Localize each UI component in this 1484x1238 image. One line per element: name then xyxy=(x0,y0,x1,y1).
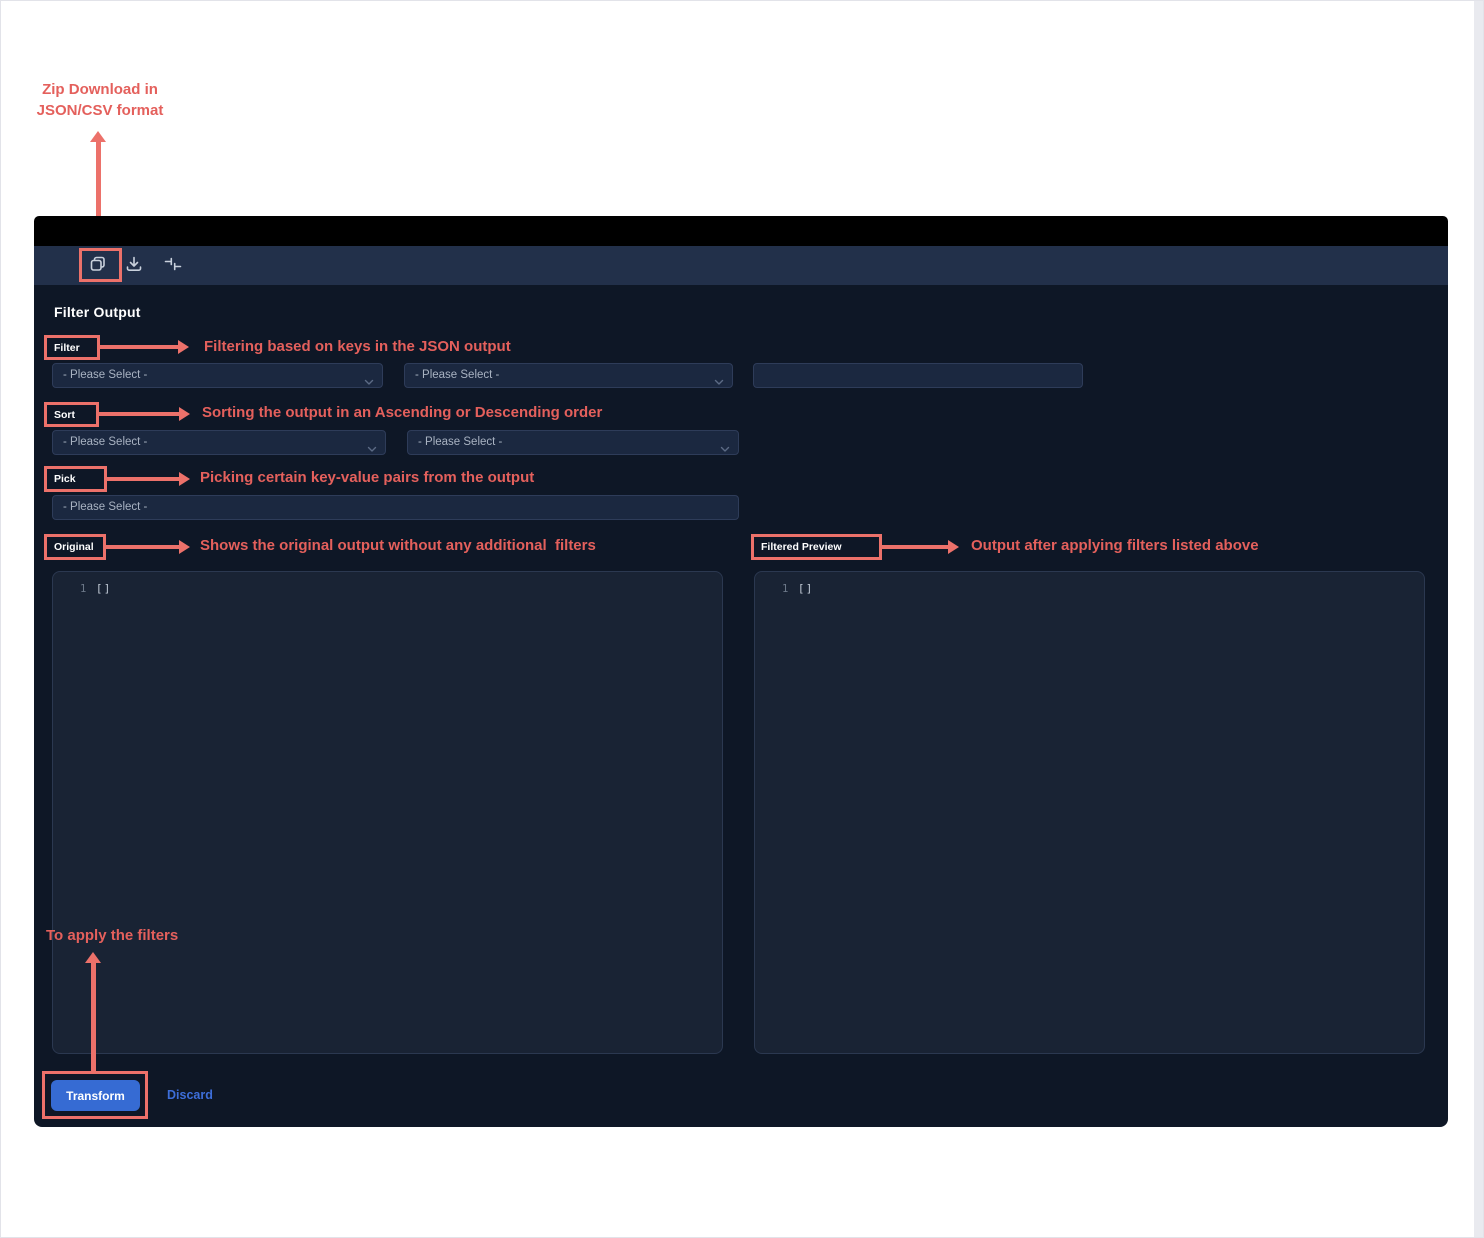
arrow-pick-annotation xyxy=(107,477,179,481)
arrow-original-annotation xyxy=(106,545,179,549)
sort-order-select-value: - Please Select - xyxy=(418,436,502,448)
original-label-text: Original xyxy=(54,541,94,553)
discard-link[interactable]: Discard xyxy=(167,1088,213,1102)
sort-section-label: Sort xyxy=(44,402,99,427)
copy-icon xyxy=(89,255,107,276)
annotation-sort: Sorting the output in an Ascending or De… xyxy=(202,404,602,421)
annotation-zip-line1: Zip Download in xyxy=(32,79,168,100)
filter-key-select[interactable]: - Please Select - xyxy=(52,363,383,388)
page-title: Filter Output xyxy=(54,304,141,320)
chevron-down-icon xyxy=(720,439,730,455)
annotation-filter: Filtering based on keys in the JSON outp… xyxy=(204,338,511,355)
copy-button[interactable] xyxy=(84,252,112,279)
annotation-apply-filters: To apply the filters xyxy=(46,927,178,944)
download-icon xyxy=(123,254,145,277)
annotation-filtered-preview: Output after applying filters listed abo… xyxy=(971,537,1259,554)
sort-order-select[interactable]: - Please Select - xyxy=(407,430,739,455)
filter-operator-select[interactable]: - Please Select - xyxy=(404,363,733,388)
collapse-button[interactable] xyxy=(159,252,187,279)
chevron-down-icon xyxy=(364,372,374,388)
annotation-zip-line2: JSON/CSV format xyxy=(32,100,168,121)
arrow-filtered-preview-annotation xyxy=(882,545,948,549)
pick-label-text: Pick xyxy=(54,473,76,485)
filter-key-select-value: - Please Select - xyxy=(63,369,147,381)
sort-key-select[interactable]: - Please Select - xyxy=(52,430,386,455)
original-editor[interactable]: 1 [] xyxy=(52,571,723,1054)
window-top-bar xyxy=(34,216,1448,246)
pick-section-label: Pick xyxy=(44,466,107,492)
transform-button[interactable]: Transform xyxy=(51,1080,140,1111)
original-editor-content: [] xyxy=(96,583,112,595)
screenshot-canvas: Zip Download in JSON/CSV format xyxy=(0,0,1484,1238)
editor-toolbar xyxy=(34,246,1448,285)
filtered-preview-label-text: Filtered Preview xyxy=(761,541,842,553)
download-button[interactable] xyxy=(120,252,148,279)
pick-keys-select-value: - Please Select - xyxy=(63,501,147,513)
filtered-preview-section-label: Filtered Preview xyxy=(751,534,882,560)
chevron-down-icon xyxy=(714,372,724,388)
sort-key-select-value: - Please Select - xyxy=(63,436,147,448)
chevron-down-icon xyxy=(367,439,377,455)
original-section-label: Original xyxy=(44,534,106,560)
pick-keys-select[interactable]: - Please Select - xyxy=(52,495,739,520)
arrow-to-transform-button xyxy=(91,963,96,1071)
annotation-original: Shows the original output without any ad… xyxy=(200,537,596,554)
filter-value-input[interactable] xyxy=(753,363,1083,388)
sort-label-text: Sort xyxy=(54,409,75,421)
filter-operator-select-value: - Please Select - xyxy=(415,369,499,381)
arrow-filter-annotation xyxy=(100,345,178,349)
arrow-sort-annotation xyxy=(99,412,179,416)
filter-section-label: Filter xyxy=(44,335,100,360)
filter-label-text: Filter xyxy=(54,342,80,354)
line-number: 1 xyxy=(80,583,86,595)
collapse-icon xyxy=(163,255,183,276)
filtered-preview-editor-content: [] xyxy=(798,583,814,595)
filtered-preview-editor[interactable]: 1 [] xyxy=(754,571,1425,1054)
scrollbar-track[interactable] xyxy=(1474,1,1484,1238)
line-number: 1 xyxy=(782,583,788,595)
annotation-zip-download: Zip Download in JSON/CSV format xyxy=(32,79,168,121)
annotation-pick: Picking certain key-value pairs from the… xyxy=(200,469,534,486)
